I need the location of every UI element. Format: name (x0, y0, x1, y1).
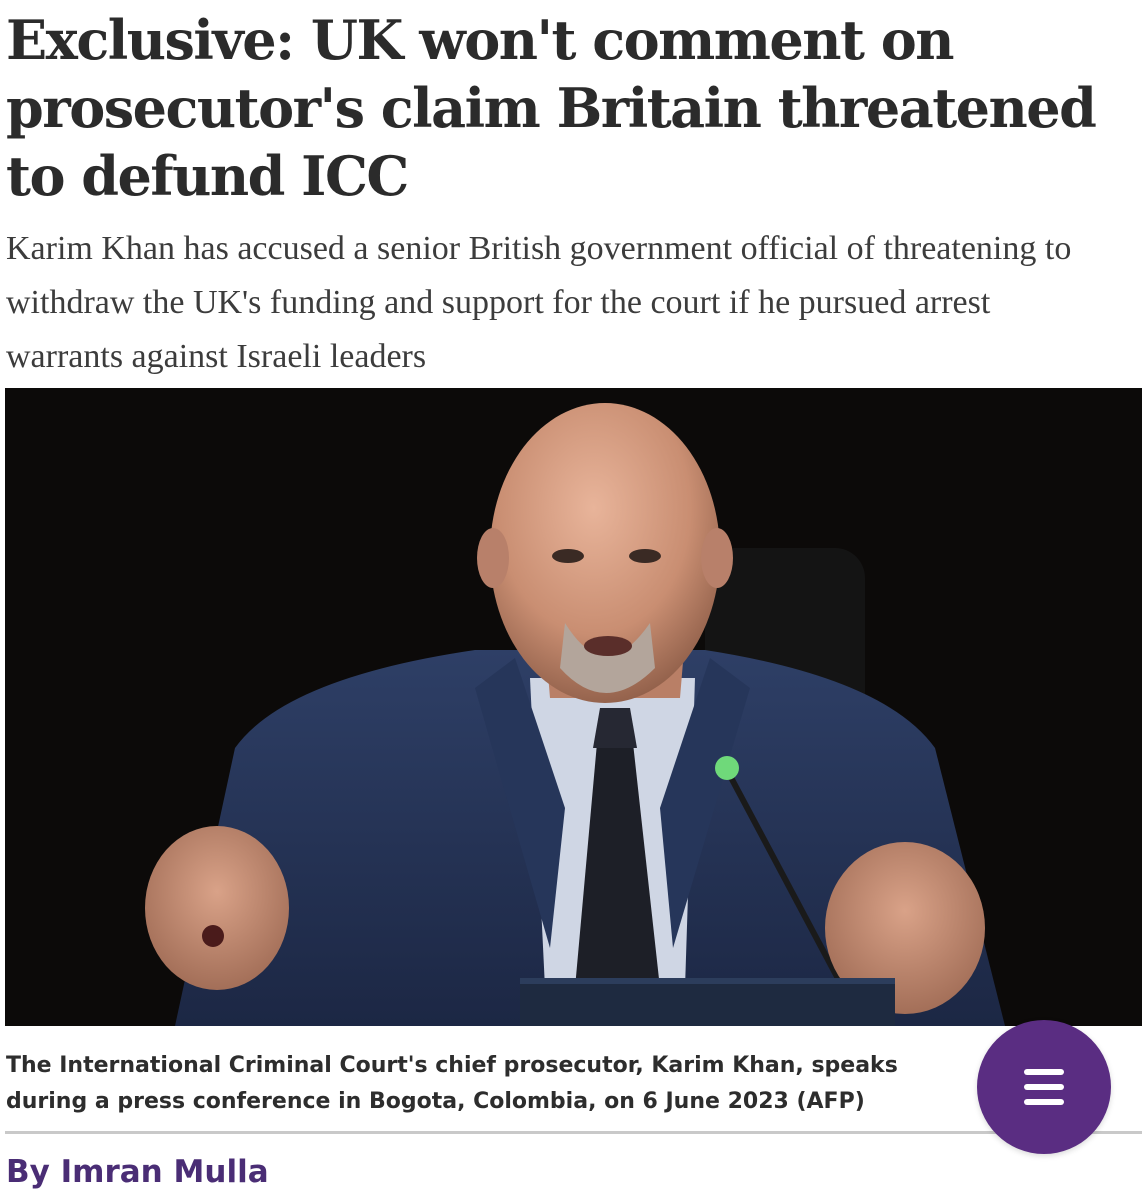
article-page: Exclusive: UK won't comment on prosecuto… (0, 0, 1145, 1200)
article-standfirst: Karim Khan has accused a senior British … (6, 230, 1072, 375)
article-headline: Exclusive: UK won't comment on prosecuto… (6, 8, 1097, 208)
article-byline: By Imran Mulla (6, 1150, 269, 1194)
article-photo (5, 388, 1142, 1026)
photo-illustration (5, 388, 1142, 1026)
menu-button[interactable] (977, 1020, 1111, 1154)
photo-caption: The International Criminal Court's chief… (6, 1053, 898, 1114)
byline-author-link[interactable]: Imran Mulla (61, 1154, 269, 1190)
divider (5, 1131, 1142, 1134)
byline-prefix: By (6, 1154, 50, 1190)
